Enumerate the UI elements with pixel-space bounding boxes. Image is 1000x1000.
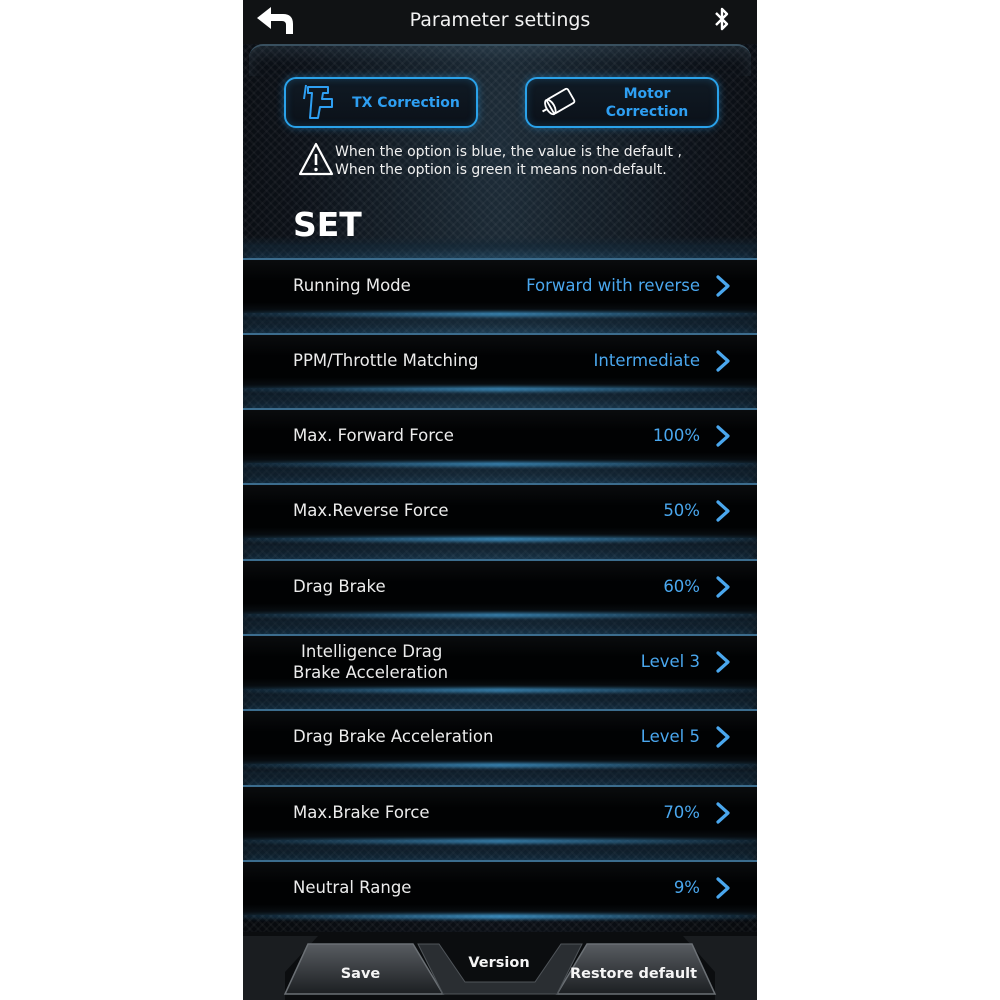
- restore-default-button[interactable]: Restore default: [561, 956, 706, 992]
- setting-label: Max. Forward Force: [293, 426, 454, 445]
- setting-row[interactable]: Intelligence Drag Brake Acceleration Level…: [243, 634, 757, 693]
- tx-correction-button[interactable]: TX Correction: [284, 77, 478, 128]
- row-separator: [243, 537, 757, 557]
- chevron-right-icon: [716, 802, 730, 824]
- setting-label: Max.Brake Force: [293, 803, 430, 822]
- setting-row[interactable]: Max.Brake Force 70%: [243, 785, 757, 844]
- notice-line-2: When the option is green it means non-de…: [335, 162, 667, 178]
- row-separator: [243, 612, 757, 632]
- chevron-right-icon: [716, 425, 730, 447]
- row-separator: [243, 838, 757, 858]
- footer-bar: Save Version Restore default: [243, 932, 757, 1000]
- setting-value: 50%: [663, 501, 700, 520]
- chevron-right-icon: [716, 275, 730, 297]
- setting-label: Max.Reverse Force: [293, 501, 449, 520]
- setting-label: Drag Brake: [293, 577, 386, 596]
- panel-edge: [249, 44, 751, 76]
- page-title: Parameter settings: [409, 9, 591, 31]
- chevron-right-icon: [716, 500, 730, 522]
- save-button[interactable]: Save: [293, 956, 428, 992]
- setting-value: 70%: [663, 803, 700, 822]
- default-color-notice: When the option is blue, the value is th…: [335, 143, 682, 179]
- header-bar: Parameter settings: [243, 0, 757, 44]
- row-separator: [243, 763, 757, 783]
- motor-correction-button[interactable]: Motor Correction: [525, 77, 719, 128]
- warning-icon: [298, 142, 334, 176]
- row-separator: [243, 386, 757, 406]
- setting-value: 9%: [673, 878, 700, 897]
- motor-correction-label: Motor Correction: [605, 85, 689, 120]
- setting-row[interactable]: PPM/Throttle Matching Intermediate: [243, 333, 757, 392]
- bluetooth-icon[interactable]: [711, 6, 733, 32]
- setting-row[interactable]: Neutral Range 9%: [243, 860, 757, 919]
- row-separator: [243, 687, 757, 707]
- setting-row[interactable]: Drag Brake 60%: [243, 559, 757, 618]
- tx-correction-label: TX Correction: [352, 94, 460, 111]
- setting-value: 100%: [652, 426, 700, 445]
- setting-label: PPM/Throttle Matching: [293, 351, 479, 370]
- setting-row[interactable]: Drag Brake Acceleration Level 5: [243, 709, 757, 768]
- row-separator: [243, 311, 757, 331]
- setting-label: Neutral Range: [293, 878, 412, 897]
- chevron-right-icon: [716, 726, 730, 748]
- setting-value: Level 5: [640, 727, 700, 746]
- setting-value: Intermediate: [593, 351, 700, 370]
- row-separator: [243, 236, 757, 256]
- phone-screen: Parameter settings TX Correction Motor C…: [243, 0, 757, 1000]
- setting-label: Drag Brake Acceleration: [293, 727, 494, 746]
- setting-row[interactable]: Max.Reverse Force 50%: [243, 483, 757, 542]
- chevron-right-icon: [716, 877, 730, 899]
- setting-row[interactable]: Max. Forward Force 100%: [243, 408, 757, 467]
- setting-value: Level 3: [640, 652, 700, 671]
- setting-row[interactable]: Running Mode Forward with reverse: [243, 258, 757, 317]
- notice-line-1: When the option is blue, the value is th…: [335, 144, 682, 160]
- setting-value: 60%: [663, 577, 700, 596]
- version-button[interactable]: Version: [449, 950, 549, 976]
- chevron-right-icon: [716, 350, 730, 372]
- chevron-right-icon: [716, 576, 730, 598]
- chevron-right-icon: [716, 651, 730, 673]
- setting-value: Forward with reverse: [526, 276, 700, 295]
- setting-label: Running Mode: [293, 276, 411, 295]
- setting-label: Intelligence Drag Brake Acceleration: [293, 641, 449, 682]
- motor-icon: [542, 87, 576, 116]
- transmitter-icon: [303, 84, 333, 119]
- row-separator: [243, 461, 757, 481]
